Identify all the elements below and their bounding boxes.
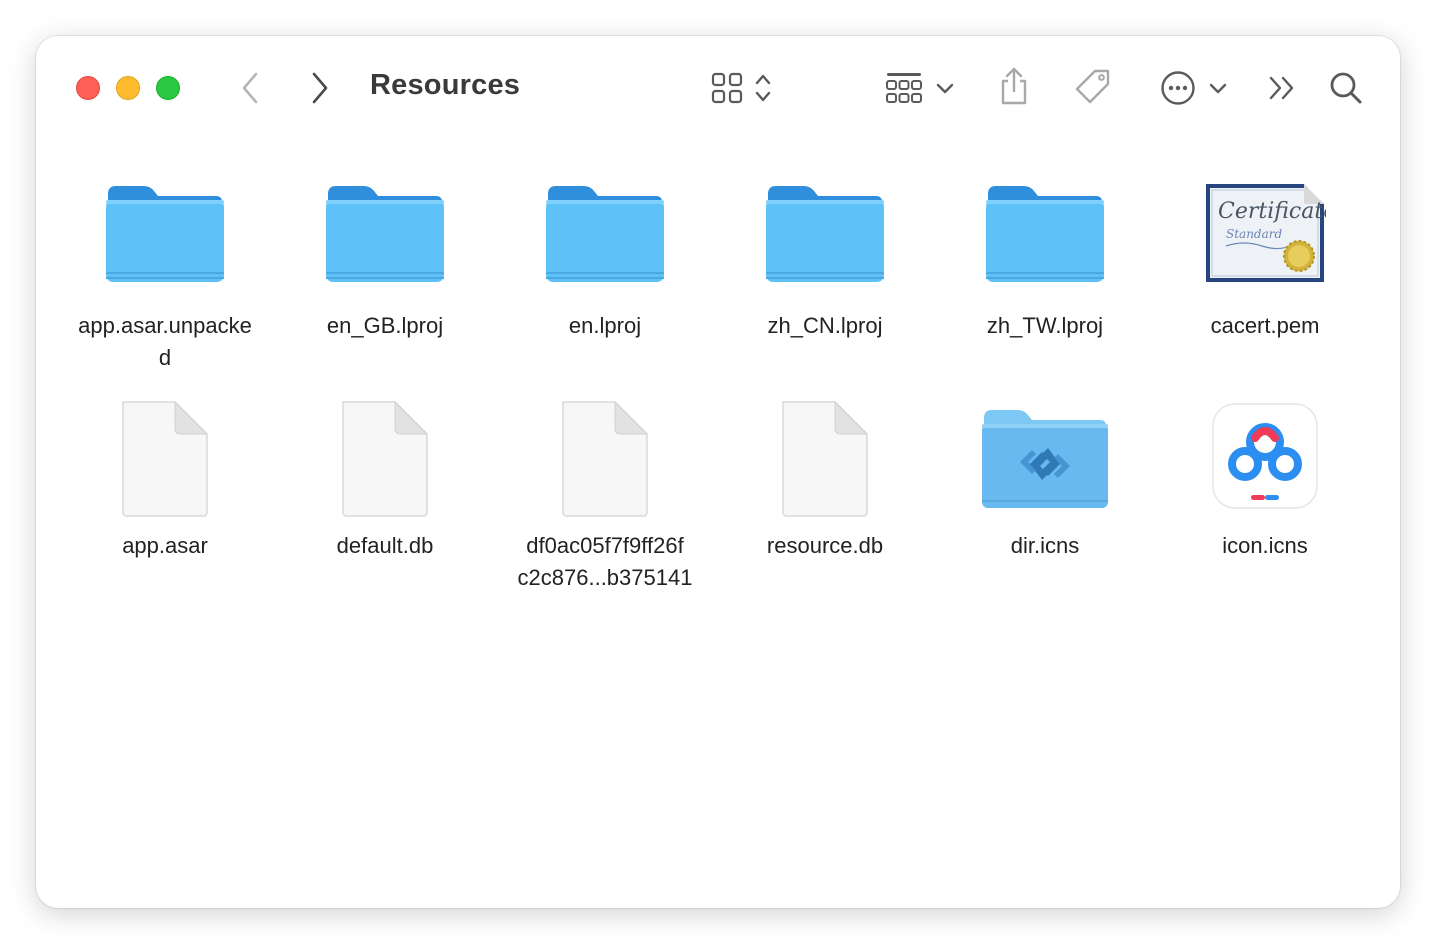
file-name-line-1: df0ac05f7f9ff26f bbox=[526, 533, 684, 558]
file-item-zh-cn-lproj[interactable]: zh_CN.lproj bbox=[715, 176, 935, 376]
folder-icon bbox=[275, 180, 495, 284]
file-name-line-1: app.asar.unpacke bbox=[78, 313, 252, 338]
app-icon bbox=[1155, 402, 1375, 510]
file-name: en.lproj bbox=[568, 313, 642, 338]
file-name-line-2: d bbox=[158, 345, 172, 370]
file-name: default.db bbox=[336, 533, 434, 558]
folder-icon bbox=[495, 180, 715, 284]
file-item-app-asar-unpacked[interactable]: app.asar.unpacke d bbox=[55, 176, 275, 376]
file-name: resource.db bbox=[766, 533, 884, 558]
file-item-icon-icns[interactable]: icon.icns bbox=[1155, 396, 1375, 596]
document-icon bbox=[55, 398, 275, 518]
file-name: zh_CN.lproj bbox=[767, 313, 883, 338]
file-name: en_GB.lproj bbox=[326, 313, 444, 338]
folder-icon bbox=[935, 180, 1155, 284]
folder-icon bbox=[715, 180, 935, 284]
file-name: cacert.pem bbox=[1210, 313, 1320, 338]
finder-window: Resources app.asar.unpacke d en_GB.lproj… bbox=[36, 36, 1400, 908]
file-item-en-lproj[interactable]: en.lproj bbox=[495, 176, 715, 376]
file-item-cacert-pem[interactable]: Certificate Standard cacert.pem bbox=[1155, 176, 1375, 376]
file-item-df0ac05f[interactable]: df0ac05f7f9ff26f c2c876...b375141 bbox=[495, 396, 715, 596]
file-name: icon.icns bbox=[1222, 533, 1308, 558]
file-name: app.asar bbox=[122, 533, 208, 558]
file-item-zh-tw-lproj[interactable]: zh_TW.lproj bbox=[935, 176, 1155, 376]
file-name: zh_TW.lproj bbox=[986, 313, 1104, 338]
file-item-app-asar[interactable]: app.asar bbox=[55, 396, 275, 596]
document-icon bbox=[275, 398, 495, 518]
file-item-resource-db[interactable]: resource.db bbox=[715, 396, 935, 596]
app-folder-icon bbox=[935, 406, 1155, 510]
svg-text:Certificate: Certificate bbox=[1218, 199, 1326, 224]
file-name-line-2: c2c876...b375141 bbox=[517, 565, 693, 590]
file-item-default-db[interactable]: default.db bbox=[275, 396, 495, 596]
document-icon bbox=[715, 398, 935, 518]
certificate-icon: Certificate Standard bbox=[1155, 180, 1375, 284]
file-name: dir.icns bbox=[1010, 533, 1080, 558]
folder-icon bbox=[55, 180, 275, 284]
file-grid: app.asar.unpacke d en_GB.lproj en.lproj … bbox=[36, 36, 1400, 908]
document-icon bbox=[495, 398, 715, 518]
file-item-en-gb-lproj[interactable]: en_GB.lproj bbox=[275, 176, 495, 376]
svg-text:Standard: Standard bbox=[1226, 227, 1282, 241]
file-item-dir-icns[interactable]: dir.icns bbox=[935, 396, 1155, 596]
